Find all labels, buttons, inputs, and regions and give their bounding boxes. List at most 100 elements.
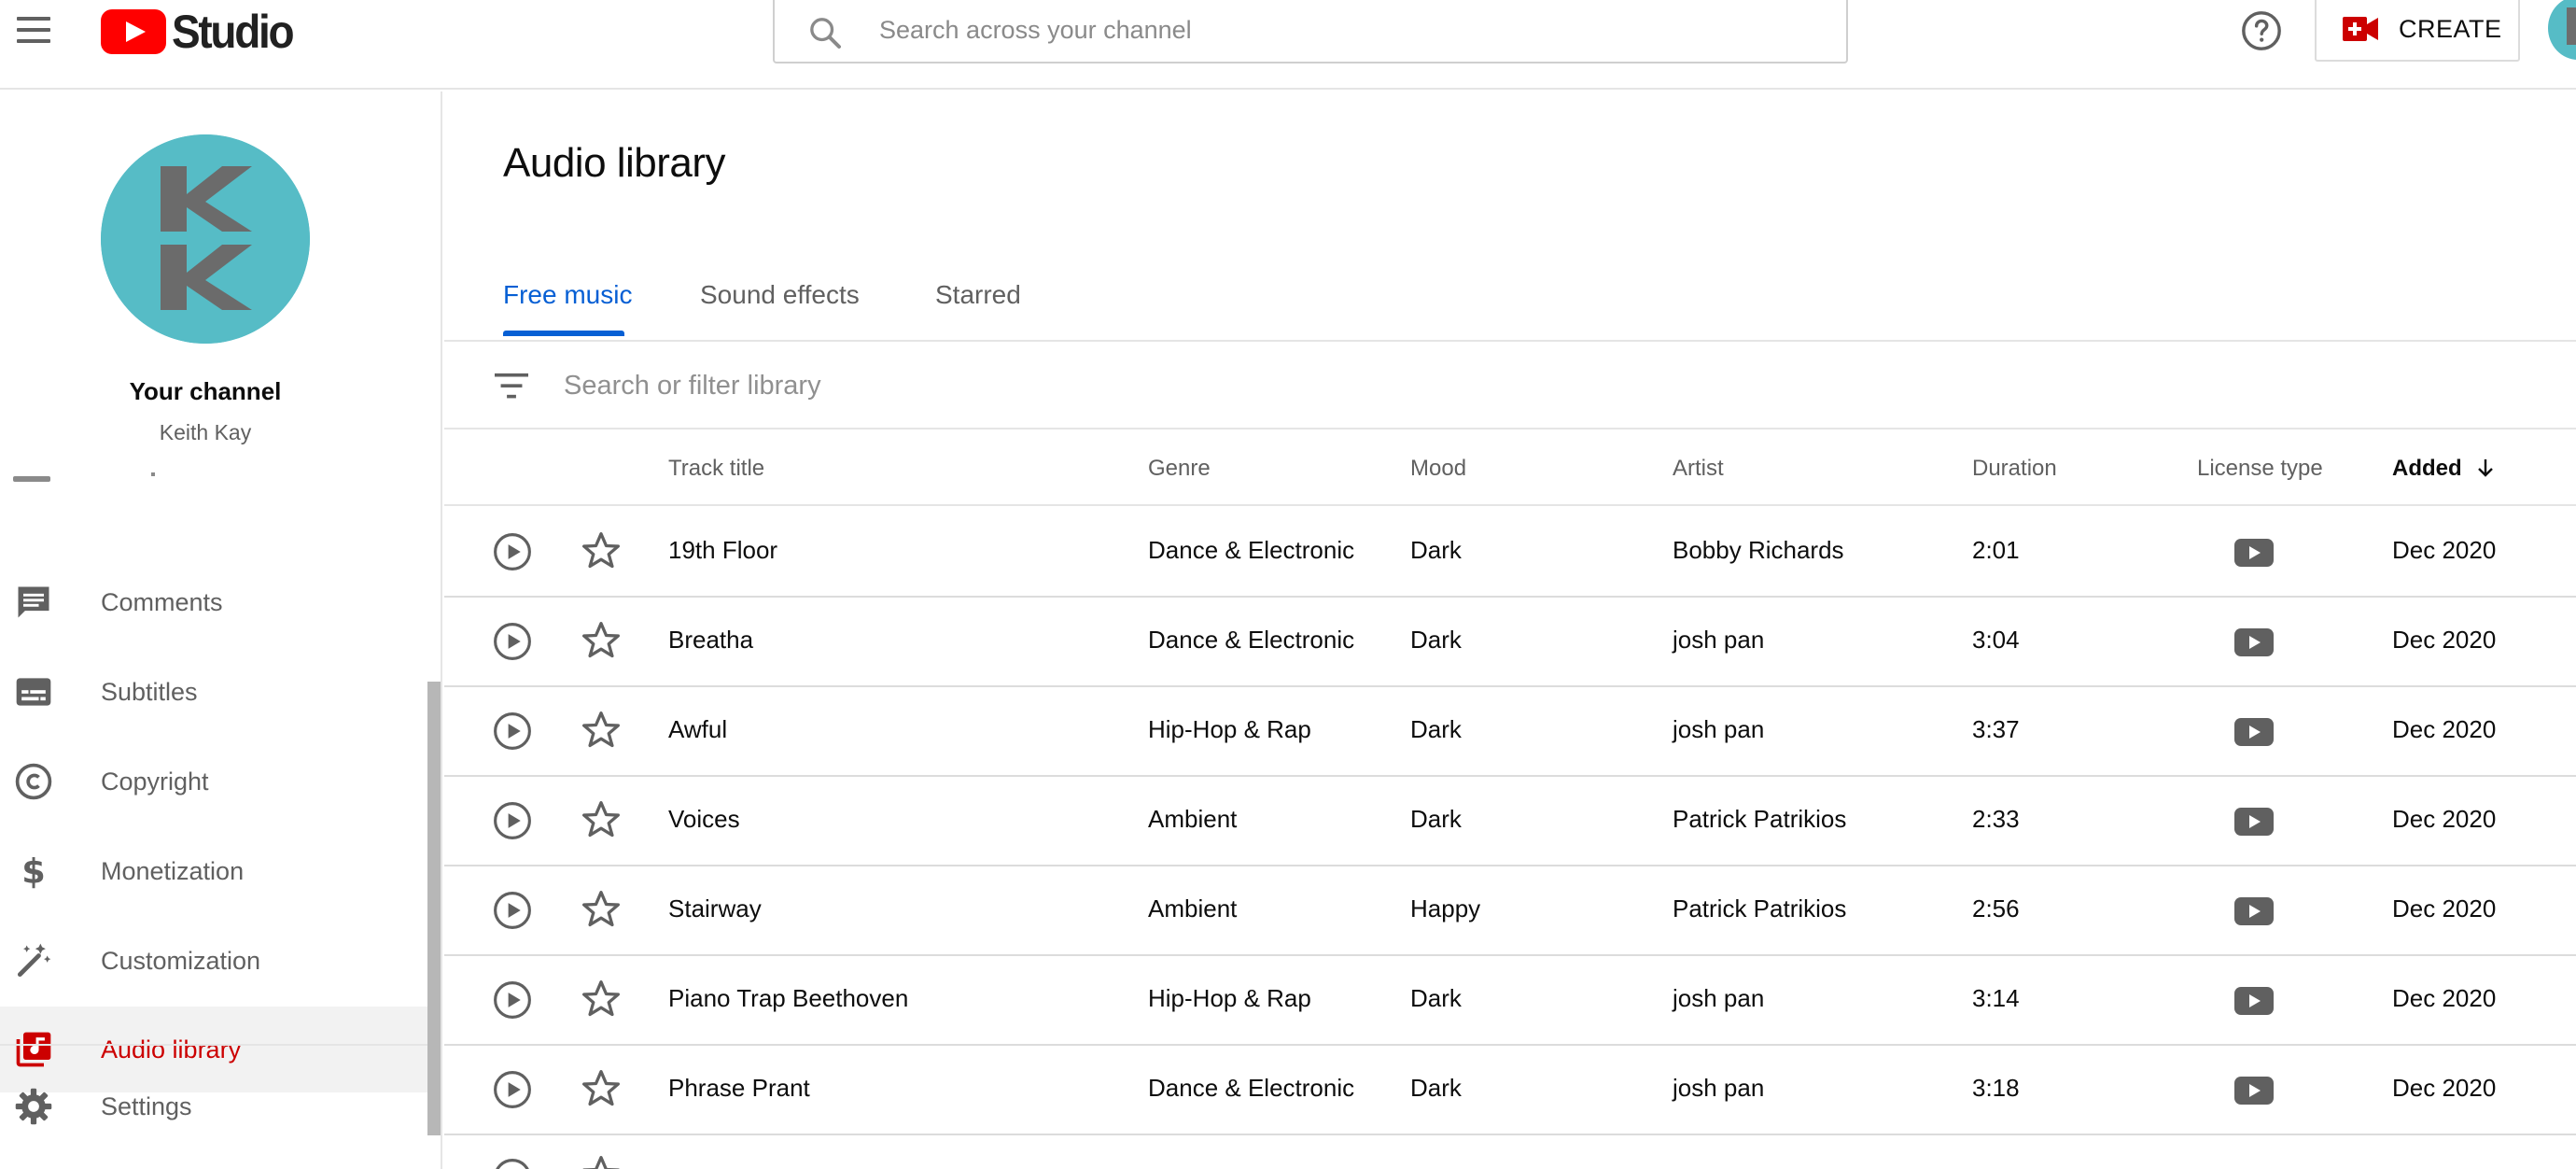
sidebar-item-label: Settings — [101, 1092, 192, 1120]
star-icon[interactable] — [581, 710, 622, 751]
column-header-added[interactable]: Added — [2392, 456, 2496, 482]
youtube-license-icon — [2234, 718, 2274, 746]
star-icon[interactable] — [581, 799, 622, 840]
column-header-artist[interactable]: Artist — [1673, 456, 1724, 482]
create-button[interactable]: CREATE — [2315, 0, 2520, 62]
star-icon[interactable] — [581, 889, 622, 930]
play-icon[interactable] — [493, 801, 532, 840]
youtube-license-icon — [2234, 539, 2274, 567]
track-artist: Bobby Richards — [1673, 536, 1844, 564]
left-sidebar: Your channel Keith Kay Comments Subtitle… — [0, 92, 442, 1169]
create-label: CREATE — [2399, 14, 2502, 43]
hamburger-menu-icon[interactable] — [13, 13, 54, 47]
play-icon[interactable] — [493, 532, 532, 571]
track-mood: Dark — [1410, 715, 1462, 743]
sidebar-item-comments[interactable]: Comments — [0, 558, 429, 646]
sort-descending-icon — [2477, 458, 2493, 477]
star-icon[interactable] — [581, 530, 622, 571]
table-row[interactable]: Voices Ambient Dark Patrick Patrikios 2:… — [444, 777, 2576, 866]
play-icon[interactable] — [493, 891, 532, 930]
play-icon[interactable] — [493, 711, 532, 751]
youtube-license-icon — [2234, 987, 2274, 1015]
column-header-license-type[interactable]: License type — [2197, 456, 2323, 482]
table-row[interactable]: Awful Hip-Hop & Rap Dark josh pan 3:37 D… — [444, 687, 2576, 777]
svg-text:$: $ — [21, 852, 46, 892]
library-tabs: Free music Sound effects Starred — [444, 265, 2576, 342]
track-artist: josh pan — [1673, 626, 1765, 654]
track-title: Piano Trap Beethoven — [668, 984, 909, 1012]
table-row[interactable]: Piano Trap Beethoven Hip-Hop & Rap Dark … — [444, 956, 2576, 1046]
column-header-track-title[interactable]: Track title — [668, 456, 764, 482]
page-title: Audio library — [503, 140, 726, 186]
search-input[interactable] — [879, 11, 1813, 49]
filter-input[interactable] — [564, 365, 2244, 406]
track-genre: Ambient — [1148, 805, 1238, 833]
table-row[interactable]: Phrase Prant Dance & Electronic Dark jos… — [444, 1046, 2576, 1135]
sidebar-divider — [0, 1044, 441, 1046]
track-genre: Dance & Electronic — [1148, 626, 1355, 654]
tab-starred[interactable]: Starred — [935, 280, 1021, 342]
search-icon — [810, 18, 841, 49]
table-row[interactable]: 19th Floor Dance & Electronic Dark Bobby… — [444, 508, 2576, 598]
sidebar-item-copyright[interactable]: Copyright — [0, 738, 429, 825]
help-icon[interactable] — [2240, 9, 2283, 52]
sidebar-item-settings[interactable]: Settings — [0, 1063, 429, 1150]
gear-icon — [15, 1088, 52, 1125]
play-icon — [496, 1159, 529, 1169]
copyright-icon — [15, 763, 52, 800]
tab-sound-effects[interactable]: Sound effects — [700, 280, 860, 342]
track-genre: Ambient — [1148, 894, 1238, 923]
track-added: Dec 2020 — [2392, 984, 2497, 1012]
track-title: Awful — [668, 715, 728, 743]
table-row[interactable]: Stairway Ambient Happy Patrick Patrikios… — [444, 866, 2576, 956]
create-video-icon — [2343, 17, 2378, 41]
studio-logo[interactable]: Studio — [101, 6, 303, 58]
sidebar-item-label: Comments — [101, 587, 223, 616]
youtube-play-logo-icon — [101, 9, 166, 54]
sidebar-item-monetization[interactable]: $ Monetization — [0, 827, 429, 915]
channel-name: Keith Kay — [159, 420, 252, 444]
sidebar-item-label: Monetization — [101, 856, 245, 885]
column-header-mood[interactable]: Mood — [1410, 456, 1466, 482]
sidebar-item-label: Customization — [101, 946, 261, 975]
track-duration: 3:04 — [1972, 626, 2020, 654]
channel-title: Your channel — [129, 377, 282, 405]
track-title: Phrase Prant — [668, 1074, 810, 1102]
channel-avatar[interactable] — [101, 134, 310, 344]
track-mood: Dark — [1410, 626, 1462, 654]
track-genre: Hip-Hop & Rap — [1148, 984, 1311, 1012]
track-title: 19th Floor — [668, 536, 778, 564]
star-icon[interactable] — [581, 620, 622, 661]
track-artist: Patrick Patrikios — [1673, 894, 1847, 923]
track-genre: Dance & Electronic — [1148, 536, 1355, 564]
sidebar-item-customization[interactable]: Customization — [0, 917, 429, 1005]
track-mood: Happy — [1410, 894, 1481, 923]
main-content: Audio library Free music Sound effects S… — [444, 92, 2576, 1169]
magic-wand-icon — [17, 943, 51, 978]
sidebar-item-subtitles[interactable]: Subtitles — [0, 648, 429, 736]
play-icon[interactable] — [493, 1070, 532, 1109]
partial-nav-item-label — [151, 472, 155, 476]
star-icon[interactable] — [581, 1068, 622, 1109]
track-artist: josh pan — [1673, 715, 1765, 743]
account-avatar[interactable] — [2548, 0, 2576, 60]
youtube-license-icon — [2234, 897, 2274, 925]
star-icon[interactable] — [581, 979, 622, 1020]
column-header-genre[interactable]: Genre — [1148, 456, 1211, 482]
filter-bar — [444, 342, 2576, 430]
filter-icon[interactable] — [493, 369, 530, 402]
track-title: Breatha — [668, 626, 754, 654]
subtitles-icon — [16, 678, 51, 706]
play-icon[interactable] — [493, 622, 532, 661]
column-header-duration[interactable]: Duration — [1972, 456, 2057, 482]
track-duration: 3:14 — [1972, 984, 2020, 1012]
track-title: Stairway — [668, 894, 762, 923]
table-row[interactable]: Breatha Dance & Electronic Dark josh pan… — [444, 598, 2576, 687]
track-duration: 2:01 — [1972, 536, 2020, 564]
sidebar-scrollbar[interactable] — [427, 682, 441, 1135]
track-added: Dec 2020 — [2392, 805, 2497, 833]
channel-search-box[interactable] — [773, 0, 1848, 63]
play-icon[interactable] — [493, 980, 532, 1020]
star-icon — [582, 1156, 620, 1169]
track-added: Dec 2020 — [2392, 626, 2497, 654]
